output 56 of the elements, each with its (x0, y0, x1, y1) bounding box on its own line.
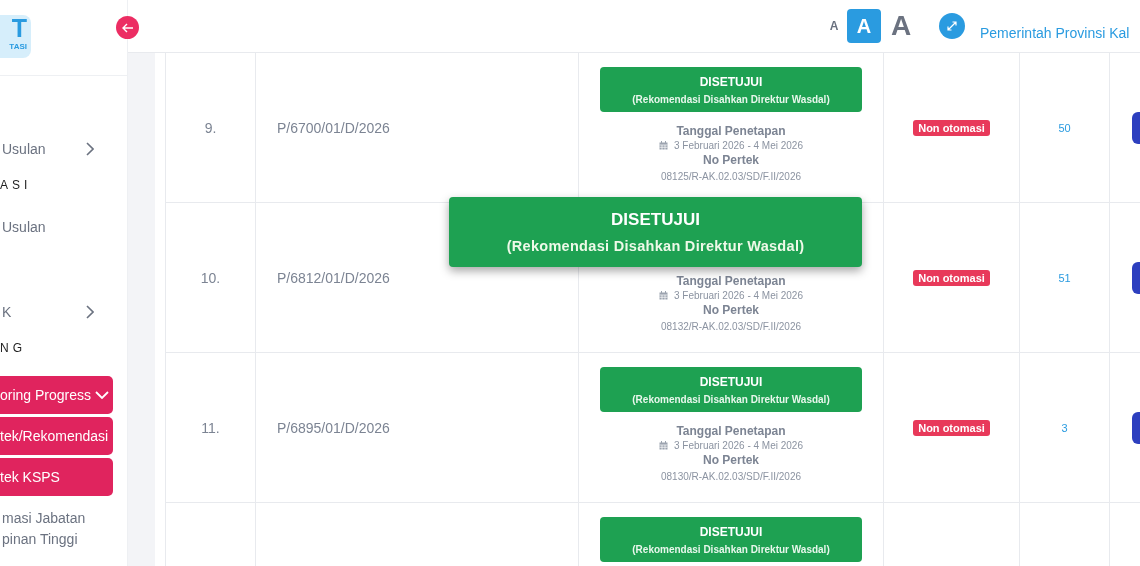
status-label: DISETUJUI (Rekomendasi Disahkan Direktur Wasdal) (600, 517, 862, 562)
pertek-number: 08125/R-AK.02.03/SD/F.II/2026 (660, 171, 802, 182)
date-label: Tanggal Penetapan (676, 424, 786, 438)
font-size-button[interactable]: A (887, 9, 915, 43)
count-link[interactable]: 51 (1058, 271, 1071, 284)
section-heading: ASI (0, 178, 33, 194)
date-label: Tanggal Penetapan (676, 124, 786, 138)
row-number: 10. (200, 269, 221, 286)
menu-item[interactable]: Usulan (0, 216, 127, 237)
pertek-label: No Pertek (703, 453, 759, 467)
logo: T TASI (0, 15, 31, 58)
date-range: 3 Februari 2026 - 4 Mei 2026 (674, 440, 803, 451)
calendar-icon (659, 291, 668, 300)
action-button[interactable] (1132, 411, 1140, 444)
status-tooltip: DISETUJUI (Rekomendasi Disahkan Direktur Wasdal) (449, 197, 862, 267)
count-link[interactable]: 50 (1058, 121, 1071, 134)
date-label: Tanggal Penetapan (676, 274, 786, 288)
menu-item[interactable]: masi Jabatan (0, 507, 127, 528)
status-label: DISETUJUI (Rekomendasi Disahkan Direktur Wasdal) (600, 67, 862, 112)
proposal-code: P/6700/01/D/2026 (277, 119, 390, 136)
row-number: 11. (201, 419, 220, 436)
pertek-label: No Pertek (703, 303, 759, 317)
collapse-button[interactable] (116, 16, 139, 39)
proposal-code: P/6812/01/D/2026 (277, 269, 390, 286)
pertek-number: 08132/R-AK.02.03/SD/F.II/2026 (660, 321, 802, 332)
menu-item[interactable]: tek/Rekomendasi (0, 417, 113, 455)
fullscreen-button[interactable] (939, 13, 965, 39)
font-size-button[interactable]: A (827, 9, 841, 43)
chevron-down-icon (95, 391, 109, 399)
calendar-icon (659, 441, 668, 450)
menu-item[interactable]: oring Progress (0, 376, 113, 414)
menu-item[interactable]: K (0, 301, 127, 322)
font-size-button[interactable]: A (847, 9, 881, 43)
chevron-right-icon (86, 304, 94, 319)
type-badge: Non otomasi (913, 119, 990, 136)
action-button[interactable] (1132, 111, 1140, 144)
menu-item[interactable]: Usulan (0, 138, 127, 159)
calendar-icon (659, 141, 668, 150)
expand-icon (947, 21, 957, 31)
count-link[interactable]: 3 (1061, 421, 1068, 434)
type-badge: Non otomasi (913, 419, 990, 436)
date-range: 3 Februari 2026 - 4 Mei 2026 (674, 290, 803, 301)
type-badge: Non otomasi (913, 269, 990, 286)
section-heading: NG (0, 341, 27, 357)
menu-item[interactable]: tek KSPS (0, 458, 113, 496)
date-range: 3 Februari 2026 - 4 Mei 2026 (674, 140, 803, 151)
chevron-right-icon (86, 141, 94, 156)
pertek-label: No Pertek (703, 153, 759, 167)
pertek-number: 08130/R-AK.02.03/SD/F.II/2026 (660, 471, 802, 482)
proposal-code: P/6895/01/D/2026 (277, 419, 390, 436)
menu-item[interactable]: pinan Tinggi (0, 528, 127, 549)
arrow-left-icon (121, 22, 134, 33)
action-button[interactable] (1132, 261, 1140, 294)
row-number: 9. (204, 119, 217, 136)
status-label: DISETUJUI (Rekomendasi Disahkan Direktur Wasdal) (600, 367, 862, 412)
organization-name: Pemerintah Provinsi Kal (980, 25, 1130, 41)
